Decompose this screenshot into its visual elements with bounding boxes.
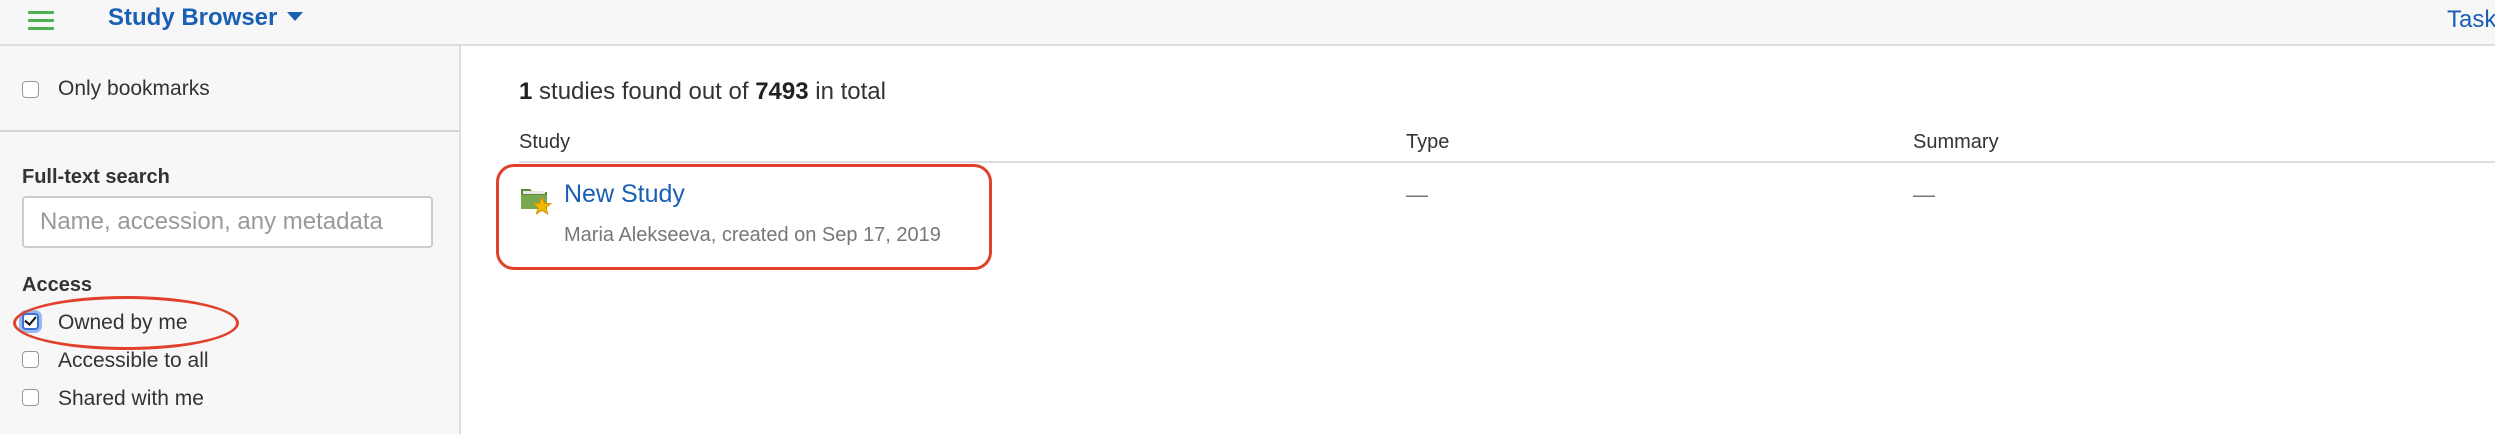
owned-by-me-checkbox[interactable] <box>22 313 39 330</box>
only-bookmarks-label[interactable]: Only bookmarks <box>58 77 210 101</box>
filter-sidebar: Only bookmarks Full-text search Access O… <box>0 46 461 434</box>
top-bar: Study Browser Task <box>0 0 2495 46</box>
summary-value: — <box>1913 182 1935 207</box>
app-title-label: Study Browser <box>108 4 278 31</box>
column-header-study[interactable]: Study <box>519 131 570 154</box>
owned-by-me-label[interactable]: Owned by me <box>58 311 188 335</box>
shared-with-me-checkbox[interactable] <box>22 389 39 406</box>
study-meta: Maria Alekseeva, created on Sep 17, 2019 <box>564 224 941 246</box>
type-value: — <box>1406 182 1428 207</box>
menu-icon[interactable] <box>28 11 54 31</box>
found-count: 1 <box>519 78 533 105</box>
total-text: in total <box>808 78 886 105</box>
study-folder-star-icon <box>521 189 553 215</box>
column-header-type[interactable]: Type <box>1406 131 1449 154</box>
total-count: 7493 <box>755 78 809 105</box>
full-text-search-heading: Full-text search <box>22 166 170 188</box>
accessible-to-all-label[interactable]: Accessible to all <box>58 349 209 373</box>
column-header-summary[interactable]: Summary <box>1913 131 1999 154</box>
shared-with-me-label[interactable]: Shared with me <box>58 387 204 411</box>
caret-down-icon <box>287 11 304 21</box>
study-link-new-study[interactable]: New Study <box>564 180 685 209</box>
app-title-dropdown[interactable]: Study Browser <box>108 4 304 32</box>
tasks-link[interactable]: Task <box>2447 6 2495 34</box>
sidebar-divider <box>0 130 459 132</box>
results-summary: 1 studies found out of 7493 in total <box>519 78 886 106</box>
accessible-to-all-checkbox[interactable] <box>22 351 39 368</box>
access-heading: Access <box>22 274 93 296</box>
found-text: studies found out of <box>532 78 756 105</box>
header-divider <box>519 161 2495 163</box>
full-text-search-input[interactable] <box>22 196 433 248</box>
study-results: 1 studies found out of 7493 in total Stu… <box>491 46 2495 434</box>
only-bookmarks-checkbox[interactable] <box>22 81 39 98</box>
